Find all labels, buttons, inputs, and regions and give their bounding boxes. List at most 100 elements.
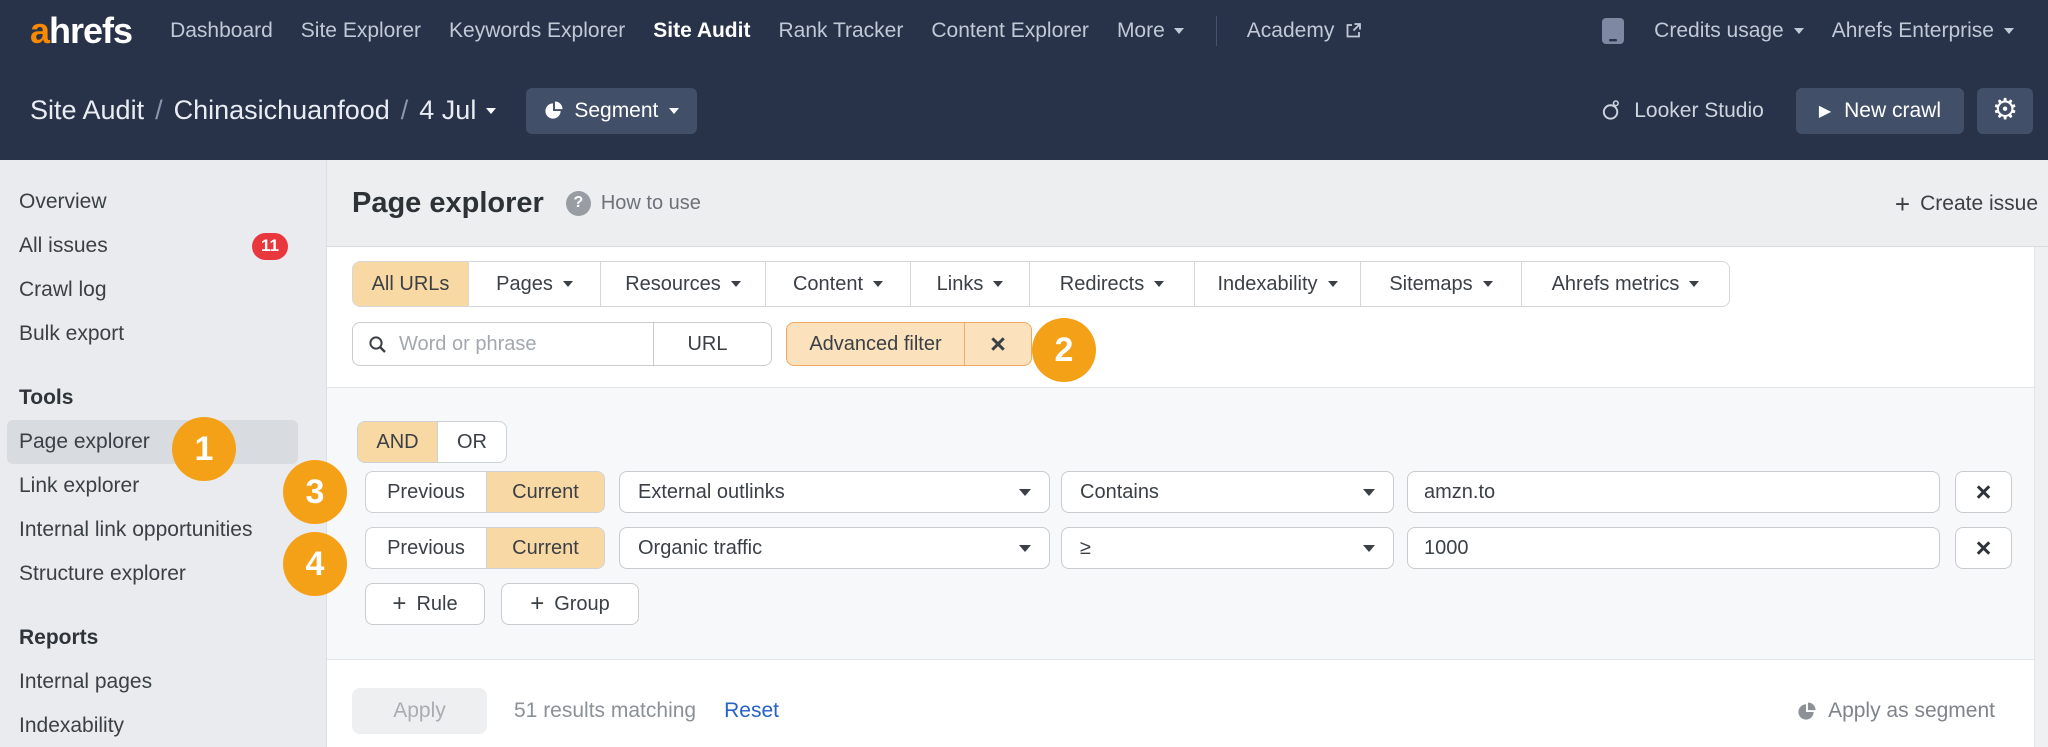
sidebar-item-link-explorer[interactable]: Link explorer [7, 464, 298, 508]
sidebar-item-internal-link-opportunities[interactable]: Internal link opportunities [7, 508, 298, 552]
breadcrumb-project[interactable]: Chinasichuanfood [174, 95, 390, 126]
field-select[interactable]: Organic traffic [619, 527, 1050, 569]
tab-indexability[interactable]: Indexability [1194, 262, 1360, 306]
operator-select[interactable]: Contains [1061, 471, 1394, 513]
tab-content[interactable]: Content [765, 262, 910, 306]
nav-more-menu[interactable]: More [1117, 19, 1184, 43]
add-group-button[interactable]: + Group [501, 583, 639, 625]
nav-item-site-audit[interactable]: Site Audit [653, 19, 750, 43]
workspace-menu[interactable]: Ahrefs Enterprise [1832, 19, 2014, 43]
sidebar-item-structure-explorer[interactable]: Structure explorer [7, 552, 298, 596]
sidebar-item-overview[interactable]: Overview [7, 180, 298, 224]
create-issue-button[interactable]: + Create issue [1895, 160, 2038, 247]
settings-button[interactable]: ⚙ [1977, 88, 2033, 134]
rule-value-input[interactable] [1407, 471, 1940, 513]
clear-advanced-filter-button[interactable]: × [965, 323, 1031, 365]
breadcrumb-separator: / [155, 95, 163, 126]
tab-all-urls[interactable]: All URLs [353, 262, 468, 306]
version-toggle: Previous Current [365, 471, 605, 513]
ahrefs-logo[interactable]: ahrefs [30, 10, 132, 52]
sidebar-item-all-issues[interactable]: All issues 11 [7, 224, 298, 268]
chevron-down-icon [1363, 489, 1375, 496]
apply-button[interactable]: Apply [352, 688, 487, 734]
chevron-down-icon [993, 281, 1003, 287]
logic-or-button[interactable]: OR [437, 422, 506, 462]
top-navigation: ahrefs Dashboard Site Explorer Keywords … [0, 0, 2048, 61]
chevron-down-icon [563, 281, 573, 287]
step-annotation-2: 2 [1032, 318, 1096, 382]
plus-icon: + [530, 592, 544, 616]
looker-studio-link[interactable]: Looker Studio [1600, 99, 1764, 123]
project-bar: Site Audit / Chinasichuanfood / 4 Jul Se… [0, 61, 2048, 160]
nav-item-rank-tracker[interactable]: Rank Tracker [778, 19, 903, 43]
step-annotation-1: 1 [172, 417, 236, 481]
search-scope-dropdown[interactable]: URL [653, 323, 771, 365]
step-annotation-3: 3 [283, 460, 347, 524]
help-icon[interactable]: ? [566, 191, 591, 216]
search-row: URL Advanced filter × [352, 322, 1032, 366]
vertical-scrollbar[interactable] [2034, 247, 2048, 747]
sidebar-item-internal-pages[interactable]: Internal pages [7, 660, 298, 704]
search-box: URL [352, 322, 772, 366]
sidebar-item-page-explorer[interactable]: Page explorer [7, 420, 298, 464]
tab-redirects[interactable]: Redirects [1029, 262, 1194, 306]
tab-links[interactable]: Links [910, 262, 1029, 306]
new-crawl-button[interactable]: ▶ New crawl [1796, 88, 1964, 134]
tab-ahrefs-metrics[interactable]: Ahrefs metrics [1521, 262, 1729, 306]
previous-button[interactable]: Previous [366, 472, 486, 512]
current-button[interactable]: Current [486, 472, 604, 512]
crawl-date-dropdown[interactable]: 4 Jul [419, 95, 496, 126]
chevron-down-icon [1483, 281, 1493, 287]
advanced-filter-label[interactable]: Advanced filter [787, 323, 964, 365]
pie-chart-icon [1797, 702, 1816, 721]
add-rule-button[interactable]: + Rule [365, 583, 485, 625]
chevron-down-icon [1328, 281, 1338, 287]
nav-item-content-explorer[interactable]: Content Explorer [931, 19, 1089, 43]
chevron-down-icon [1363, 545, 1375, 552]
remove-rule-button[interactable]: × [1955, 471, 2012, 513]
sidebar-item-crawl-log[interactable]: Crawl log [7, 268, 298, 312]
nav-item-keywords-explorer[interactable]: Keywords Explorer [449, 19, 625, 43]
advanced-filter-chip: Advanced filter × [786, 322, 1032, 366]
breadcrumb-site-audit[interactable]: Site Audit [30, 95, 144, 126]
tab-pages[interactable]: Pages [468, 262, 600, 306]
results-count-text: 51 results matching [514, 699, 696, 723]
logic-and-button[interactable]: AND [358, 422, 437, 462]
operator-select[interactable]: ≥ [1061, 527, 1394, 569]
step-annotation-4: 4 [283, 532, 347, 596]
sidebar-item-indexability[interactable]: Indexability [7, 704, 298, 747]
remove-rule-button[interactable]: × [1955, 527, 2012, 569]
nav-divider [1216, 16, 1217, 46]
sidebar-item-bulk-export[interactable]: Bulk export [7, 312, 298, 356]
apply-as-segment-button[interactable]: Apply as segment [1797, 699, 1995, 723]
nav-item-dashboard[interactable]: Dashboard [170, 19, 273, 43]
credits-usage-menu[interactable]: Credits usage [1654, 19, 1804, 43]
page-header: Page explorer ? How to use + Create issu… [327, 160, 2048, 247]
chevron-down-icon [873, 281, 883, 287]
pie-chart-icon [544, 101, 563, 120]
rule-value-input[interactable] [1407, 527, 1940, 569]
main-content: Page explorer ? How to use + Create issu… [327, 160, 2048, 747]
device-tablet-icon[interactable] [1600, 15, 1626, 47]
current-button[interactable]: Current [486, 528, 604, 568]
looker-studio-icon [1600, 99, 1623, 122]
segment-dropdown-button[interactable]: Segment [526, 88, 697, 134]
reset-link[interactable]: Reset [724, 699, 779, 723]
chevron-down-icon [486, 108, 496, 114]
chevron-down-icon [669, 108, 679, 114]
breadcrumb-separator: / [401, 95, 409, 126]
plus-icon: + [392, 592, 406, 616]
nav-academy-link[interactable]: Academy [1247, 19, 1364, 43]
how-to-use-link[interactable]: How to use [601, 192, 701, 215]
sidebar: Overview All issues 11 Crawl log Bulk ex… [0, 160, 327, 747]
search-input[interactable] [387, 333, 653, 356]
plus-icon: + [1895, 191, 1910, 217]
chevron-down-icon [731, 281, 741, 287]
nav-item-site-explorer[interactable]: Site Explorer [301, 19, 421, 43]
tab-sitemaps[interactable]: Sitemaps [1360, 262, 1521, 306]
field-select[interactable]: External outlinks [619, 471, 1050, 513]
previous-button[interactable]: Previous [366, 528, 486, 568]
chevron-down-icon [1689, 281, 1699, 287]
apply-row: Apply 51 results matching Reset Apply as… [352, 688, 2034, 734]
tab-resources[interactable]: Resources [600, 262, 765, 306]
